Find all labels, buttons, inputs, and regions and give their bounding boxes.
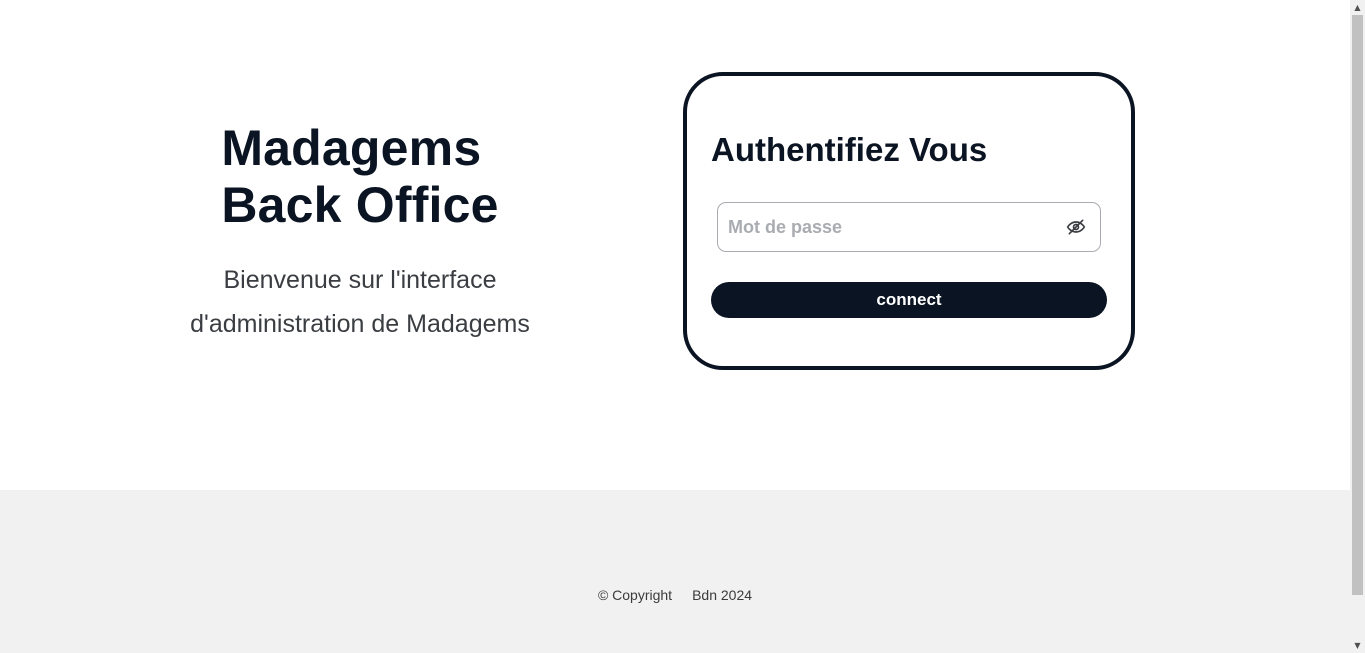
hero-subtitle-line1: Bienvenue sur l'interface — [223, 266, 497, 294]
footer-text: © Copyright Bdn 2024 — [0, 587, 1350, 603]
hero-subtitle: Bienvenue sur l'interface d'administrati… — [140, 258, 580, 346]
footer-copyright: © Copyright — [597, 587, 673, 603]
hero: Madagems Back Office Bienvenue sur l'int… — [140, 120, 580, 346]
footer: © Copyright Bdn 2024 — [0, 490, 1350, 653]
connect-button[interactable]: connect — [711, 282, 1107, 318]
scroll-up-arrow-icon[interactable]: ▲ — [1350, 0, 1365, 15]
scrollbar-thumb[interactable] — [1352, 15, 1363, 595]
hero-title-line2: Back Office — [221, 177, 499, 233]
footer-owner: Bdn 2024 — [692, 587, 753, 603]
password-input[interactable] — [728, 203, 1058, 251]
login-card: Authentifiez Vous connect — [683, 72, 1135, 370]
page: Madagems Back Office Bienvenue sur l'int… — [0, 0, 1365, 653]
password-field — [717, 202, 1101, 252]
hero-title: Madagems Back Office — [221, 120, 498, 234]
eye-off-icon[interactable] — [1066, 217, 1086, 237]
login-title: Authentifiez Vous — [711, 131, 988, 168]
scroll-down-arrow-icon[interactable]: ▼ — [1350, 638, 1365, 653]
main-section: Madagems Back Office Bienvenue sur l'int… — [0, 0, 1350, 490]
hero-title-line1: Madagems — [221, 120, 482, 176]
hero-subtitle-line2: d'administration de Madagems — [190, 310, 530, 338]
vertical-scrollbar[interactable]: ▲ ▼ — [1350, 0, 1365, 653]
